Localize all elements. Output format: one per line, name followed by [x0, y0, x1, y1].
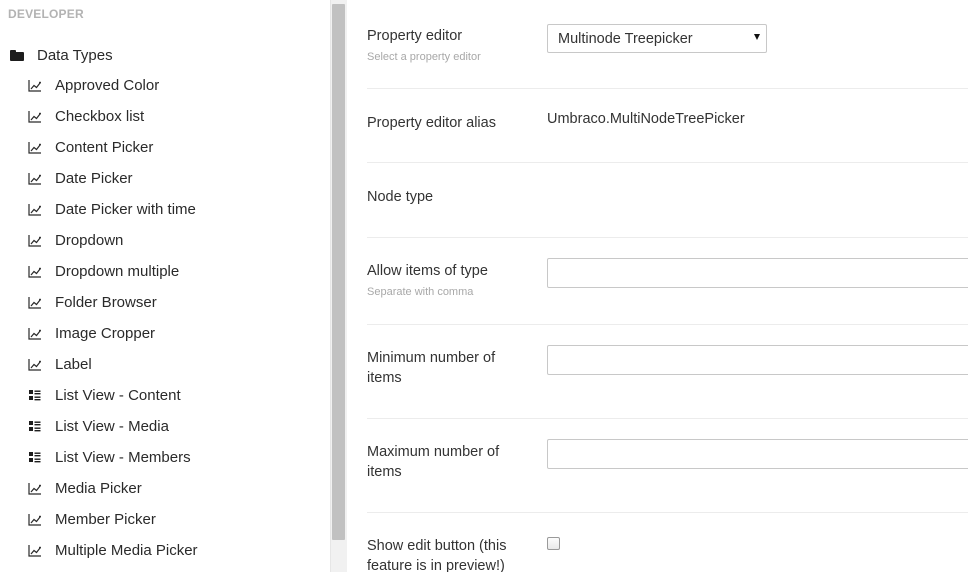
maximum-items-label-line2: items — [367, 464, 402, 480]
property-editor-label: Property editor — [367, 28, 463, 44]
list-view-icon — [28, 389, 42, 403]
folder-icon — [10, 49, 24, 61]
tree-item-dropdown[interactable]: Dropdown — [0, 225, 330, 256]
show-edit-button-checkbox[interactable] — [547, 537, 560, 550]
tree-item-label: Member Picker — [55, 511, 156, 528]
datatype-icon — [28, 141, 42, 155]
tree-item-folder-browser[interactable]: Folder Browser — [0, 287, 330, 318]
datatype-icon — [28, 79, 42, 93]
tree-item-label[interactable]: Label — [0, 349, 330, 380]
property-editor-select[interactable]: Multinode Treepicker — [547, 24, 767, 53]
datatype-icon — [28, 296, 42, 310]
tree-item-dropdown-multiple[interactable]: Dropdown multiple — [0, 256, 330, 287]
minimum-items-input[interactable] — [547, 345, 968, 375]
tree-item-label: Date Picker — [55, 170, 133, 187]
tree-item-date-picker[interactable]: Date Picker — [0, 163, 330, 194]
tree-item-label: Label — [55, 356, 92, 373]
tree-root-data-types[interactable]: Data Types — [10, 45, 113, 65]
list-view-icon — [28, 451, 42, 465]
tree-item-label: List View - Members — [55, 449, 191, 466]
section-title: DEVELOPER — [8, 7, 84, 21]
datatype-icon — [28, 513, 42, 527]
property-editor-alias-label: Property editor alias — [367, 115, 496, 131]
tree-item-label: Dropdown — [55, 232, 124, 249]
datatype-icon — [28, 172, 42, 186]
tree-item-label: Content Picker — [55, 139, 154, 156]
maximum-items-input[interactable] — [547, 439, 968, 469]
node-type-row: Node type — [367, 163, 968, 238]
tree-item-label: Folder Browser — [55, 294, 157, 311]
tree-item-member-picker[interactable]: Member Picker — [0, 504, 330, 535]
allow-items-of-type-input[interactable] — [547, 258, 968, 288]
show-edit-button-label-line1: Show edit button (this — [367, 538, 507, 554]
list-view-icon — [28, 420, 42, 434]
tree-item-list-view-members[interactable]: List View - Members — [0, 442, 330, 473]
caret-down-icon — [754, 34, 760, 40]
allow-items-of-type-label: Allow items of type — [367, 263, 488, 279]
property-editor-row: Property editor Select a property editor… — [367, 0, 968, 89]
tree-item-label: Approved Color — [55, 77, 160, 94]
tree-item-label: List View - Content — [55, 387, 181, 404]
property-editor-alias-value: Umbraco.MultiNodeTreePicker — [547, 111, 745, 127]
minimum-items-label-line1: Minimum number of — [367, 350, 496, 366]
minimum-items-row: Minimum number of items — [367, 325, 968, 419]
allow-items-of-type-row: Allow items of type Separate with comma — [367, 238, 968, 325]
tree-item-image-cropper[interactable]: Image Cropper — [0, 318, 330, 349]
datatype-icon — [28, 482, 42, 496]
datatype-icon — [28, 265, 42, 279]
tree-item-label: Media Picker — [55, 480, 142, 497]
tree-item-list-view-media[interactable]: List View - Media — [0, 411, 330, 442]
tree-item-date-picker-with-time[interactable]: Date Picker with time — [0, 194, 330, 225]
tree-root-label: Data Types — [37, 46, 113, 64]
data-type-editor-panel: Property editor Select a property editor… — [347, 0, 968, 572]
tree-item-media-picker[interactable]: Media Picker — [0, 473, 330, 504]
maximum-items-label: Maximum number of items — [367, 442, 499, 482]
tree-item-approved-color[interactable]: Approved Color — [0, 70, 330, 101]
minimum-items-label-line2: items — [367, 370, 402, 386]
property-editor-selected-value: Multinode Treepicker — [558, 30, 693, 47]
tree-item-checkbox-list[interactable]: Checkbox list — [0, 101, 330, 132]
sidebar-tree-panel: DEVELOPER Data Types Approved Color Check… — [0, 0, 330, 572]
show-edit-button-label-line2: feature is in preview!) — [367, 558, 505, 572]
property-editor-alias-row: Property editor alias Umbraco.MultiNodeT… — [367, 89, 968, 163]
sidebar-scrollbar-thumb[interactable] — [332, 4, 345, 540]
minimum-items-label: Minimum number of items — [367, 348, 495, 388]
maximum-items-label-line1: Maximum number of — [367, 444, 500, 460]
tree-item-content-picker[interactable]: Content Picker — [0, 132, 330, 163]
tree-item-label: List View - Media — [55, 418, 169, 435]
property-editor-hint: Select a property editor — [367, 51, 481, 63]
tree-item-label: Checkbox list — [55, 108, 145, 125]
allow-items-of-type-hint: Separate with comma — [367, 286, 474, 298]
datatype-icon — [28, 110, 42, 124]
maximum-items-row: Maximum number of items — [367, 419, 968, 513]
datatype-icon — [28, 544, 42, 558]
datatype-icon — [28, 358, 42, 372]
node-type-label: Node type — [367, 189, 434, 205]
datatype-icon — [28, 203, 42, 217]
show-edit-button-label: Show edit button (this feature is in pre… — [367, 536, 506, 572]
datatype-icon — [28, 327, 42, 341]
tree-item-multiple-media-picker[interactable]: Multiple Media Picker — [0, 535, 330, 566]
datatype-icon — [28, 234, 42, 248]
tree-item-label: Image Cropper — [55, 325, 156, 342]
tree-item-label: Multiple Media Picker — [55, 542, 198, 559]
tree-item-label: Dropdown multiple — [55, 263, 180, 280]
show-edit-button-row: Show edit button (this feature is in pre… — [367, 513, 968, 572]
data-types-tree: Approved Color Checkbox list Content Picke… — [0, 70, 330, 566]
tree-item-label: Date Picker with time — [55, 201, 196, 218]
tree-item-list-view-content[interactable]: List View - Content — [0, 380, 330, 411]
